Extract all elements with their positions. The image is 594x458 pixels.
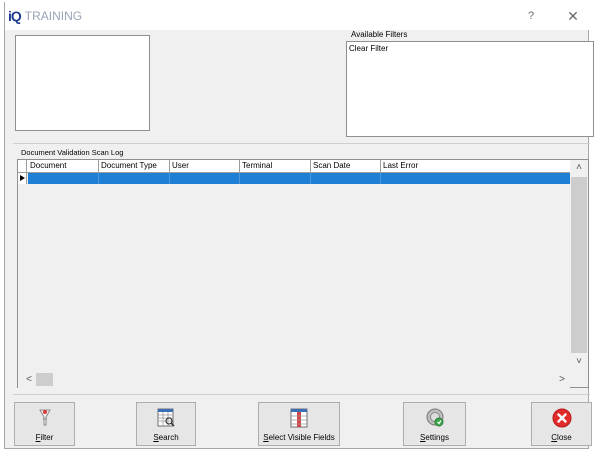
cell-last-error[interactable] [381,173,570,184]
filter-button[interactable]: Filter [14,402,75,446]
close-button[interactable]: Close [531,402,592,446]
available-filters-list[interactable]: Clear Filter [346,41,594,137]
search-button-label: Search [153,433,179,442]
scroll-left-icon[interactable]: < [21,371,37,388]
search-grid-icon [157,408,175,427]
scroll-down-icon[interactable]: ˅ [570,354,588,370]
cell-scan-date[interactable] [311,173,381,184]
cell-document-type[interactable] [99,173,170,184]
help-button[interactable]: ? [516,7,546,25]
window-close-button[interactable]: ✕ [558,7,588,25]
scroll-right-icon[interactable]: > [554,371,570,388]
grid-corner [18,160,27,172]
select-visible-fields-button[interactable]: Select Visible Fields [258,402,340,446]
filter-button-label: Filter [35,433,54,442]
vertical-scroll-thumb[interactable] [571,177,587,353]
gear-globe-icon [426,408,443,427]
select-visible-fields-label: Select Visible Fields [263,433,335,442]
current-row-arrow-icon [20,175,25,181]
horizontal-scroll-thumb[interactable] [36,373,53,386]
settings-button-label: Settings [420,433,449,442]
column-header-scan-date[interactable]: Scan Date [311,160,381,172]
divider [13,143,590,144]
table-row[interactable] [18,173,570,184]
settings-button[interactable]: Settings [403,402,466,446]
column-header-last-error[interactable]: Last Error [381,160,570,172]
funnel-icon [38,409,51,426]
column-header-document[interactable]: Document [28,160,99,172]
app-logo: iQ TRAINING [8,8,82,24]
horizontal-scrollbar[interactable]: < > [18,371,570,388]
search-button[interactable]: Search [136,402,196,446]
cell-document[interactable] [28,173,99,184]
logo-text: iQ [8,8,22,24]
column-header-terminal[interactable]: Terminal [240,160,311,172]
main-window: iQ TRAINING ? ✕ Available Filters Clear … [4,2,594,449]
preview-box [15,35,150,131]
column-header-document-type[interactable]: Document Type [99,160,170,172]
grid-header: Document Document Type User Terminal Sca… [18,160,570,173]
close-button-label: Close [551,433,572,442]
vertical-scrollbar[interactable]: ˄ ˅ [570,160,588,371]
cell-terminal[interactable] [240,173,311,184]
title-bar: iQ TRAINING ? ✕ [5,2,590,30]
columns-icon [290,408,308,428]
grid-title: Document Validation Scan Log [21,148,124,157]
filter-item-clear[interactable]: Clear Filter [349,44,388,53]
scroll-up-icon[interactable]: ˄ [570,160,588,176]
toolbar-divider [13,394,590,395]
window-title: TRAINING [24,9,83,23]
scan-log-grid[interactable]: Document Document Type User Terminal Sca… [17,159,589,388]
cell-user[interactable] [170,173,240,184]
close-circle-icon [552,408,571,428]
available-filters-label: Available Filters [351,30,408,39]
row-selector[interactable] [18,173,27,184]
column-header-user[interactable]: User [170,160,240,172]
